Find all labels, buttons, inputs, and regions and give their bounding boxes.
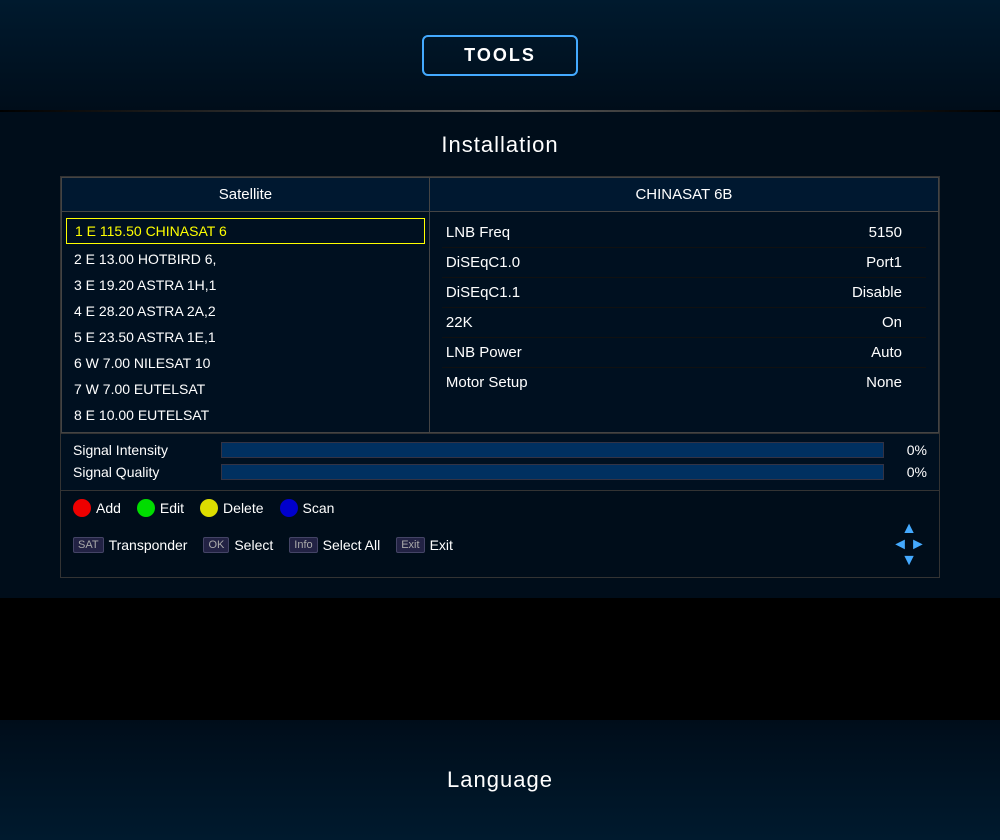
satellite-item[interactable]: 3 E 19.20 ASTRA 1H,1 — [62, 272, 429, 298]
setting-value: 5150 — [869, 224, 922, 241]
button-label: Select All — [323, 537, 381, 553]
button-select-all[interactable]: Info Select All — [289, 537, 380, 553]
yellow-dot — [200, 499, 218, 517]
badge-exit: Exit — [396, 537, 424, 553]
signal-quality-row: Signal Quality 0% — [73, 464, 927, 480]
satellite-list: 1 E 115.50 CHINASAT 62 E 13.00 HOTBIRD 6… — [62, 212, 429, 432]
signal-intensity-label: Signal Intensity — [73, 442, 213, 458]
button-label: Delete — [223, 500, 263, 516]
language-title: Language — [447, 767, 553, 793]
signal-quality-label: Signal Quality — [73, 464, 213, 480]
blue-dot — [280, 499, 298, 517]
satellite-item[interactable]: 7 W 7.00 EUTELSAT — [62, 376, 429, 402]
setting-label: 22K — [446, 314, 473, 331]
settings-row: DiSEqC1.1 Disable — [442, 278, 926, 308]
satellite-item[interactable]: 8 E 10.00 EUTELSAT — [62, 402, 429, 428]
signal-section: Signal Intensity 0% Signal Quality 0% — [61, 433, 939, 490]
settings-list: LNB Freq 5150 DiSEqC1.0 Port1 DiSEqC1.1 Disab… — [430, 212, 938, 403]
green-dot — [137, 499, 155, 517]
satellite-header: Satellite — [62, 178, 429, 212]
button-label: Edit — [160, 500, 184, 516]
installation-title: Installation — [60, 132, 940, 158]
settings-row: Motor Setup None — [442, 368, 926, 397]
panel-content: Satellite 1 E 115.50 CHINASAT 62 E 13.00… — [61, 177, 939, 433]
button-edit[interactable]: Edit — [137, 499, 184, 517]
setting-label: DiSEqC1.0 — [446, 254, 520, 271]
setting-value: Port1 — [866, 254, 922, 271]
satellite-item[interactable]: 5 E 23.50 ASTRA 1E,1 — [62, 324, 429, 350]
setting-label: Motor Setup — [446, 374, 528, 391]
button-row-2: SAT Transponder OK Select Info Select All Exit… — [73, 521, 927, 569]
button-transponder[interactable]: SAT Transponder — [73, 537, 187, 553]
settings-row: 22K On — [442, 308, 926, 338]
signal-intensity-bar-container — [221, 442, 884, 458]
button-label: Add — [96, 500, 121, 516]
button-bar: Add Edit Delete Scan SAT Transponder OK Select… — [61, 490, 939, 577]
button-select[interactable]: OK Select — [203, 537, 273, 553]
settings-row: LNB Freq 5150 — [442, 218, 926, 248]
satellite-item[interactable]: 1 E 115.50 CHINASAT 6 — [66, 218, 425, 244]
top-bar: TOOLS — [0, 0, 1000, 110]
button-add[interactable]: Add — [73, 499, 121, 517]
tools-button[interactable]: TOOLS — [422, 35, 578, 76]
badge-sat: SAT — [73, 537, 104, 553]
badge-ok: OK — [203, 537, 229, 553]
arrow-icon[interactable]: ▲ ◄ ► ▼ — [892, 521, 926, 569]
button-exit[interactable]: Exit Exit — [396, 537, 453, 553]
settings-row: LNB Power Auto — [442, 338, 926, 368]
satellite-section: Satellite 1 E 115.50 CHINASAT 62 E 13.00… — [62, 178, 430, 432]
main-content: Installation Satellite 1 E 115.50 CHINAS… — [0, 112, 1000, 598]
settings-row: DiSEqC1.0 Port1 — [442, 248, 926, 278]
arrow-left[interactable]: ◄ — [892, 537, 908, 553]
red-dot — [73, 499, 91, 517]
nav-arrows[interactable]: ▲ ◄ ► ▼ — [891, 521, 927, 569]
setting-label: LNB Power — [446, 344, 522, 361]
installation-panel: Satellite 1 E 115.50 CHINASAT 62 E 13.00… — [60, 176, 940, 578]
bottom-section: Language — [0, 720, 1000, 840]
setting-label: DiSEqC1.1 — [446, 284, 520, 301]
settings-section: CHINASAT 6B LNB Freq5150DiSEqC1.0Port1Di… — [430, 178, 938, 432]
button-label: Scan — [303, 500, 335, 516]
setting-value: None — [866, 374, 922, 391]
arrow-up[interactable]: ▲ — [901, 521, 917, 537]
setting-value: Auto — [871, 344, 922, 361]
signal-intensity-percent: 0% — [892, 442, 927, 458]
button-delete[interactable]: Delete — [200, 499, 263, 517]
satellite-item[interactable]: 6 W 7.00 NILESAT 10 — [62, 350, 429, 376]
button-scan[interactable]: Scan — [280, 499, 335, 517]
signal-quality-percent: 0% — [892, 464, 927, 480]
button-label: Exit — [430, 537, 453, 553]
settings-header: CHINASAT 6B — [430, 178, 938, 212]
badge-info: Info — [289, 537, 317, 553]
satellite-item[interactable]: 2 E 13.00 HOTBIRD 6, — [62, 246, 429, 272]
arrow-down[interactable]: ▼ — [901, 553, 917, 569]
button-label: Select — [234, 537, 273, 553]
setting-value: On — [882, 314, 922, 331]
button-label: Transponder — [109, 537, 188, 553]
signal-intensity-row: Signal Intensity 0% — [73, 442, 927, 458]
setting-value: Disable — [852, 284, 922, 301]
setting-label: LNB Freq — [446, 224, 510, 241]
button-row-1: Add Edit Delete Scan — [73, 499, 927, 517]
signal-quality-bar-container — [221, 464, 884, 480]
satellite-item[interactable]: 4 E 28.20 ASTRA 2A,2 — [62, 298, 429, 324]
arrow-right[interactable]: ► — [910, 537, 926, 553]
